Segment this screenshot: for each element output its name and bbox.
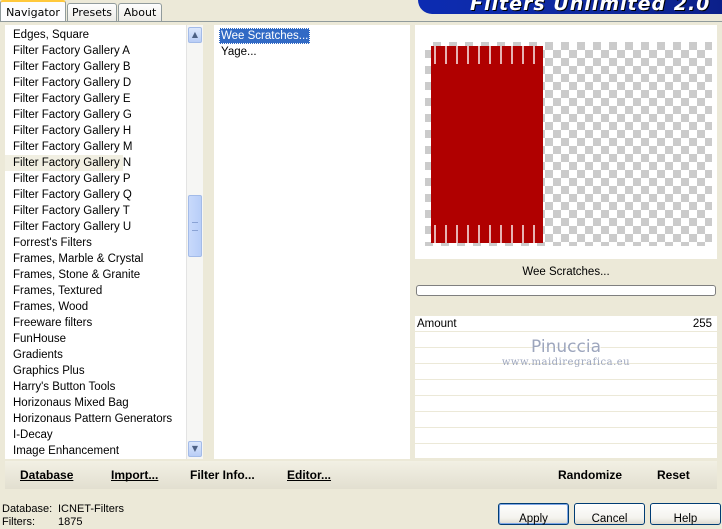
filter-info-button[interactable]: Filter Info...: [190, 461, 255, 489]
category-item[interactable]: FunHouse: [5, 331, 186, 347]
category-item[interactable]: Frames, Marble & Crystal: [5, 251, 186, 267]
param-row-empty: [415, 380, 717, 396]
effect-name: Wee Scratches...: [522, 266, 610, 278]
scroll-thumb[interactable]: [188, 195, 202, 257]
category-item[interactable]: Filter Factory Gallery Q: [5, 187, 186, 203]
import-button[interactable]: Import...: [111, 461, 158, 489]
param-row-empty: [415, 412, 717, 428]
category-item[interactable]: Filter Factory Gallery E: [5, 91, 186, 107]
category-item[interactable]: Freeware filters: [5, 315, 186, 331]
category-item[interactable]: Frames, Wood: [5, 299, 186, 315]
editor-button[interactable]: Editor...: [287, 461, 331, 489]
category-item[interactable]: Filter Factory Gallery D: [5, 75, 186, 91]
category-item[interactable]: Filter Factory Gallery U: [5, 219, 186, 235]
preview-canvas[interactable]: [425, 42, 712, 246]
status-filters: Filters: 1875: [2, 515, 82, 529]
category-item[interactable]: Frames, Stone & Granite: [5, 267, 186, 283]
category-item[interactable]: Edges, Square: [5, 27, 186, 43]
category-item[interactable]: Harry's Button Tools: [5, 379, 186, 395]
category-list-panel: Edges, Square Filter Factory Gallery A Fil…: [5, 25, 203, 459]
param-value: 255: [692, 318, 712, 330]
tab-divider: [0, 21, 722, 22]
banner-title: Filters Unlimited 2.0: [470, 0, 711, 14]
category-scrollbar[interactable]: ▲ ▼: [186, 25, 203, 459]
watermark-url: www.maidiregrafica.eu: [501, 357, 631, 368]
param-row-empty: [415, 428, 717, 444]
category-item[interactable]: Horizonaus Pattern Generators: [5, 411, 186, 427]
watermark-name: Pinuccia: [531, 337, 601, 357]
param-label: Amount: [417, 318, 457, 330]
category-item[interactable]: Filter Factory Gallery T: [5, 203, 186, 219]
category-item[interactable]: Filter Factory Gallery H: [5, 123, 186, 139]
category-item[interactable]: Gradients: [5, 347, 186, 363]
category-item[interactable]: Image Enhancement: [5, 443, 186, 459]
category-item[interactable]: Filter Factory Gallery P: [5, 171, 186, 187]
status-database-label: Database:: [2, 503, 53, 515]
help-button[interactable]: Help: [650, 503, 721, 525]
chevron-up-icon[interactable]: ▲: [188, 27, 202, 43]
param-row-amount[interactable]: Amount 255: [415, 316, 717, 332]
category-item[interactable]: Frames, Textured: [5, 283, 186, 299]
status-filters-label: Filters:: [2, 516, 35, 528]
category-item[interactable]: Filter Factory Gallery G: [5, 107, 186, 123]
tab-about[interactable]: About: [118, 3, 162, 21]
category-item[interactable]: Horizonaus Mixed Bag: [5, 395, 186, 411]
bottom-toolbar: Database Import... Filter Info... Editor…: [5, 461, 717, 489]
preview-image: [431, 46, 543, 243]
category-list: Edges, Square Filter Factory Gallery A Fil…: [5, 27, 186, 459]
category-item[interactable]: Filter Factory Gallery B: [5, 59, 186, 75]
filter-item[interactable]: Yage...: [219, 44, 310, 60]
category-item[interactable]: Filter Factory Gallery A: [5, 43, 186, 59]
progress-bar: [416, 285, 716, 296]
status-filters-value: 1875: [58, 516, 83, 528]
cancel-button[interactable]: Cancel: [574, 503, 645, 525]
status-database: Database: ICNET-Filters: [2, 502, 124, 516]
reset-button[interactable]: Reset: [657, 461, 690, 489]
preview-panel: [415, 25, 717, 259]
filter-list-panel: Wee Scratches... Yage...: [214, 25, 410, 459]
status-database-value: ICNET-Filters: [58, 503, 124, 515]
filter-item[interactable]: Wee Scratches...: [219, 28, 311, 44]
tab-navigator[interactable]: Navigator: [0, 0, 66, 22]
title-banner: Filters Unlimited 2.0: [418, 0, 722, 14]
category-item[interactable]: Forrest's Filters: [5, 235, 186, 251]
apply-button[interactable]: Apply: [498, 503, 569, 525]
database-button[interactable]: Database: [20, 461, 73, 489]
randomize-button[interactable]: Randomize: [558, 461, 622, 489]
category-item[interactable]: Filter Factory Gallery M: [5, 139, 186, 155]
category-item[interactable]: I-Decay: [5, 427, 186, 443]
category-item[interactable]: Graphics Plus: [5, 363, 186, 379]
tab-presets[interactable]: Presets: [67, 3, 117, 21]
filter-list: Wee Scratches... Yage...: [219, 28, 311, 60]
param-row-empty: [415, 396, 717, 412]
category-item[interactable]: Filter Factory Gallery N: [5, 155, 131, 171]
chevron-down-icon[interactable]: ▼: [188, 441, 202, 457]
